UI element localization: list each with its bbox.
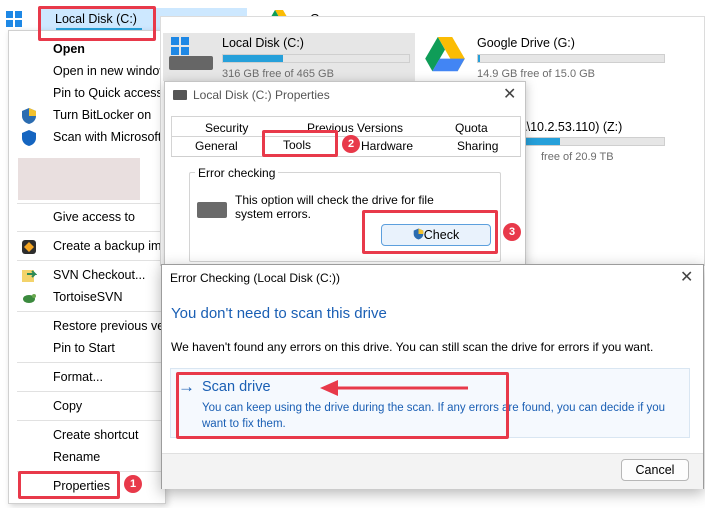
tab-general[interactable]: General [195, 137, 238, 155]
windows-logo-icon [171, 37, 189, 55]
menu-item-pin-start[interactable]: Pin to Start [53, 341, 115, 355]
svn-icon [21, 268, 38, 284]
tab-security[interactable]: Security [205, 119, 248, 137]
highlight-properties [18, 471, 120, 499]
step-badge-1: 1 [124, 475, 142, 493]
drive-name: (\\10.2.53.110) (Z:) [519, 120, 623, 134]
menu-separator [17, 420, 162, 421]
menu-item-format[interactable]: Format... [53, 370, 103, 384]
tab-sharing[interactable]: Sharing [457, 137, 498, 155]
menu-item-pin-quick-access[interactable]: Pin to Quick access [53, 86, 163, 100]
hard-drive-icon [197, 202, 227, 218]
shield-icon [21, 108, 37, 124]
drive-usage-bar [222, 54, 410, 63]
group-title: Error checking [195, 166, 279, 180]
tortoise-icon [21, 290, 37, 306]
drive-usage-bar [519, 137, 665, 146]
tab-hardware[interactable]: Hardware [361, 137, 413, 155]
highlight-check-button [362, 210, 498, 254]
menu-separator [17, 311, 162, 312]
menu-separator [17, 362, 162, 363]
dialog-title: Error Checking (Local Disk (C:)) [170, 271, 341, 285]
close-icon[interactable]: ✕ [680, 267, 693, 287]
close-icon[interactable]: ✕ [503, 84, 516, 104]
menu-item-svn-checkout[interactable]: SVN Checkout... [53, 268, 145, 282]
menu-item-give-access[interactable]: Give access to [53, 210, 135, 224]
step-badge-3: 3 [503, 223, 521, 241]
menu-item-bitlocker[interactable]: Turn BitLocker on [53, 108, 151, 122]
tab-panel-top [171, 156, 521, 157]
menu-item-create-shortcut[interactable]: Create shortcut [53, 428, 138, 442]
menu-item-open-new-window[interactable]: Open in new window [53, 64, 168, 78]
menu-separator [17, 231, 162, 232]
menu-item-scan-defender[interactable]: Scan with Microsoft D [53, 130, 174, 144]
backup-app-icon [21, 239, 37, 255]
dialog-title: Local Disk (C:) Properties [193, 88, 330, 102]
step-badge-2: 2 [342, 135, 360, 153]
drive-free-space: free of 20.9 TB [541, 151, 614, 163]
menu-separator [17, 391, 162, 392]
tab-quota[interactable]: Quota [455, 119, 488, 137]
shield-icon [21, 130, 37, 146]
hard-drive-icon [169, 56, 213, 70]
menu-separator [17, 260, 162, 261]
redacted-menu-block [18, 158, 140, 200]
menu-item-restore-previous[interactable]: Restore previous versi [53, 319, 177, 333]
dialog-message: We haven't found any errors on this driv… [171, 340, 654, 354]
context-menu: Open Open in new window Pin to Quick acc… [8, 30, 177, 504]
highlight-tools-tab [262, 130, 338, 157]
drive-free-space: 316 GB free of 465 GB [222, 68, 334, 80]
drive-free-space: 14.9 GB free of 15.0 GB [477, 68, 596, 80]
drive-name: Local Disk (C:) [222, 36, 304, 50]
drive-usage-bar [477, 54, 665, 63]
red-arrow-icon [318, 378, 470, 398]
menu-item-tortoisesvn[interactable]: TortoiseSVN [53, 290, 122, 304]
cancel-button[interactable]: Cancel [621, 459, 689, 481]
menu-item-copy[interactable]: Copy [53, 399, 82, 413]
menu-item-rename[interactable]: Rename [53, 450, 100, 464]
menu-item-backup-image[interactable]: Create a backup imag [53, 239, 175, 253]
drive-small-icon [173, 90, 187, 100]
menu-item-open[interactable]: Open [53, 42, 85, 56]
dialog-heading: You don't need to scan this drive [171, 305, 387, 322]
menu-separator [17, 203, 162, 204]
drive-name: Google Drive (G:) [477, 36, 575, 50]
google-drive-icon [425, 37, 465, 73]
highlight-local-disk [38, 6, 156, 41]
windows-logo-icon [6, 11, 22, 27]
